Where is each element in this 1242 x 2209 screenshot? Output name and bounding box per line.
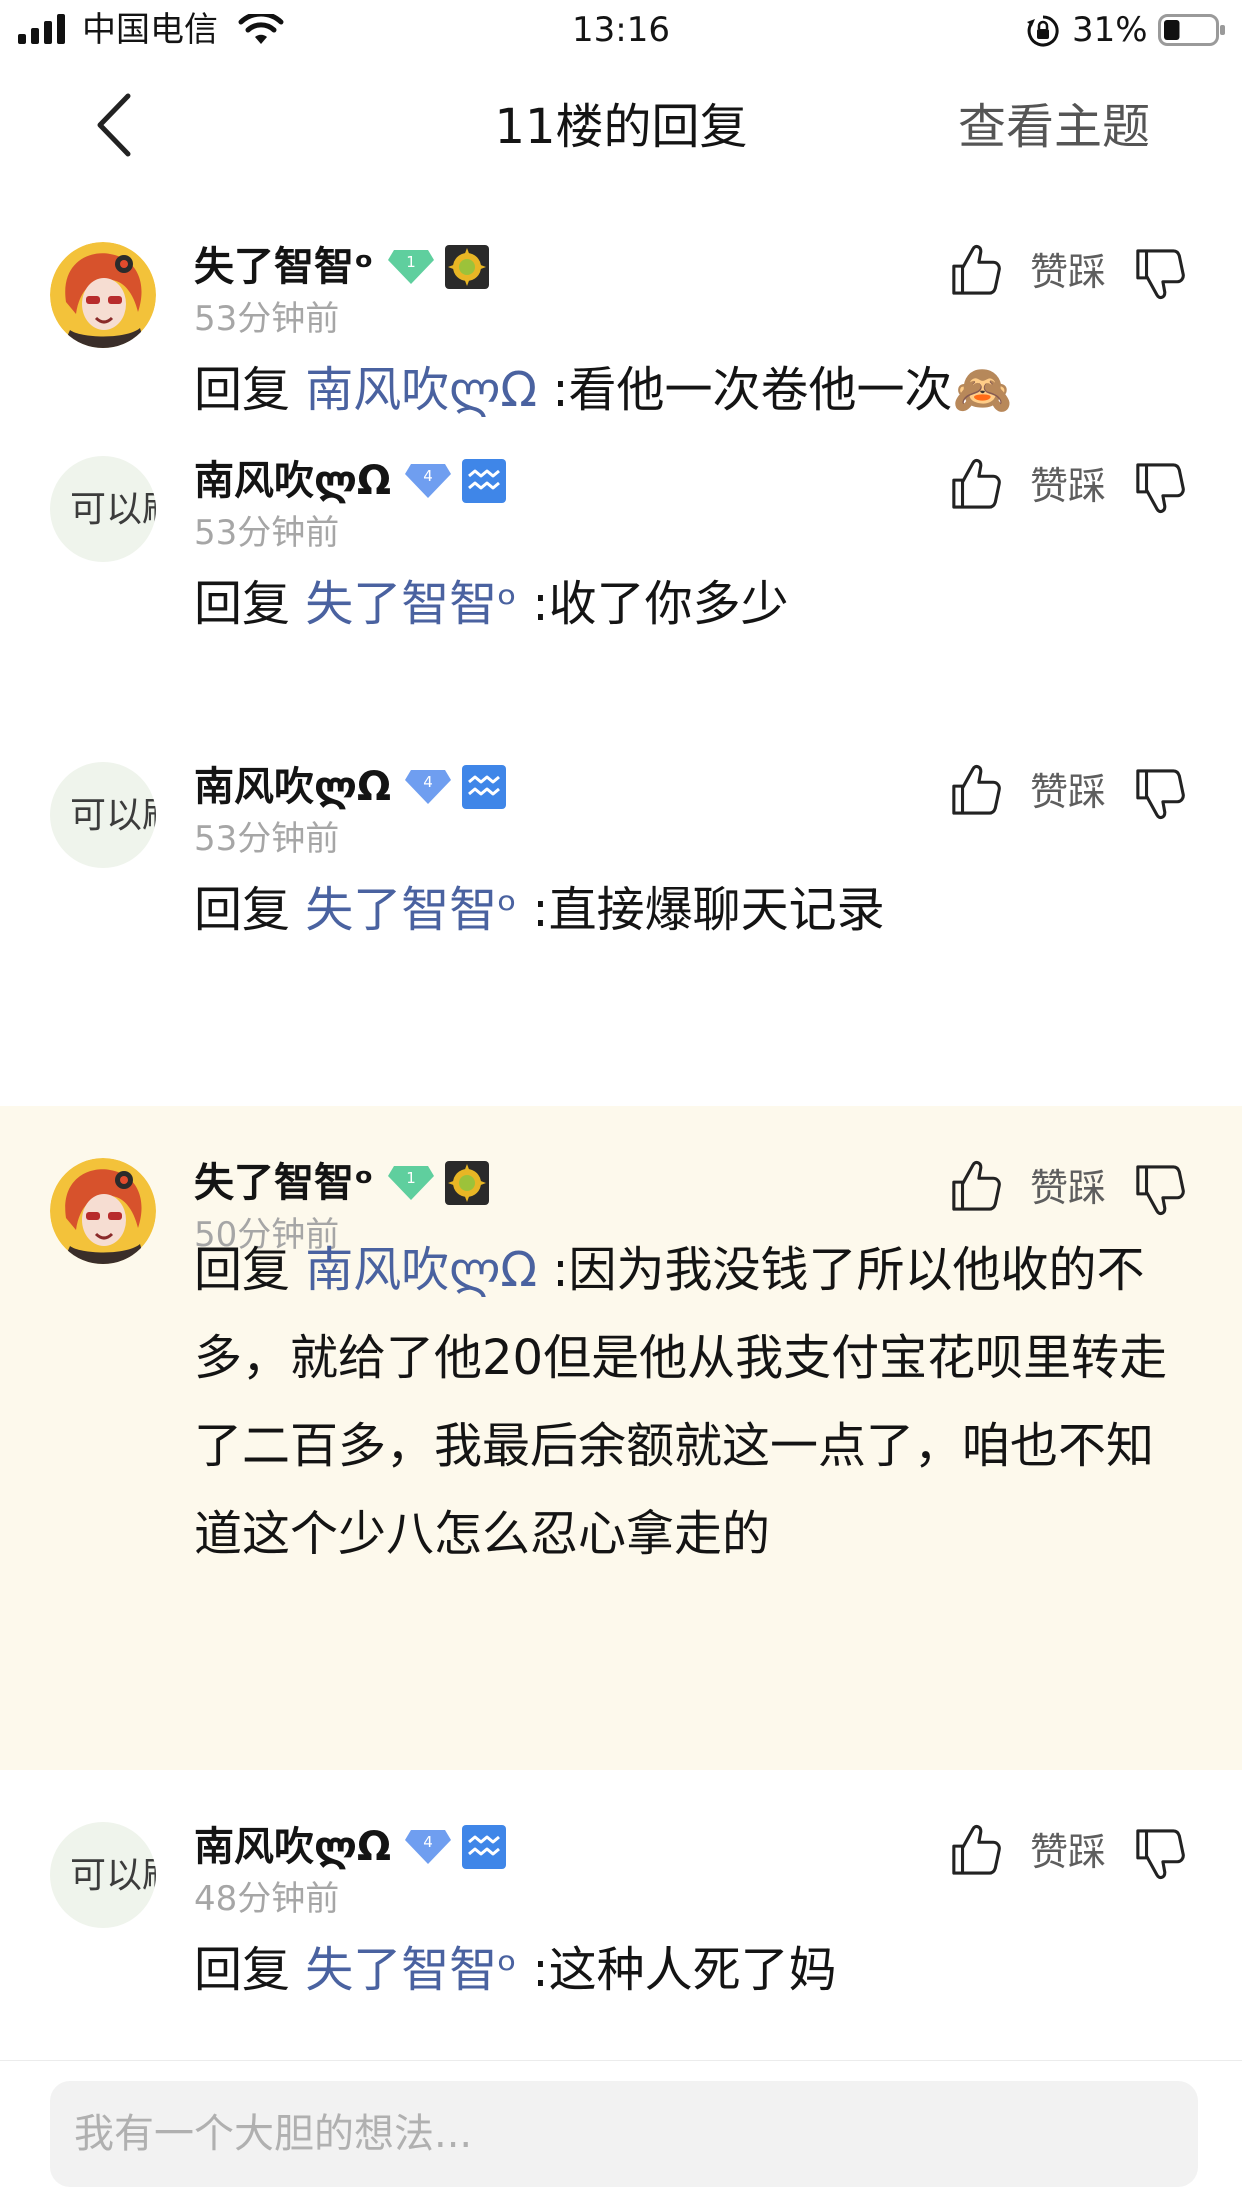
vote-label: 赞踩 — [1030, 464, 1107, 508]
thumbs-down-icon[interactable] — [1134, 462, 1186, 516]
comment-time: 53分钟前 — [194, 513, 340, 553]
comment-item[interactable]: 可以刷南风吹ლΩ 4 53分钟前 赞踩回复 失了智智ᵒ :直接爆聊天记录 — [0, 710, 1242, 1106]
mention-link[interactable]: 失了智智ᵒ — [305, 576, 517, 632]
username[interactable]: 失了智智ᵒ — [194, 1158, 374, 1208]
comment-text: 回复 失了智智ᵒ :收了你多少 — [194, 560, 1194, 648]
comment-body: :这种人死了妈 — [532, 1942, 837, 1998]
status-bar: 中国电信 13:16 31% — [0, 0, 1242, 60]
avatar-text: 可以刷 — [70, 1855, 156, 1896]
comment-body: :收了你多少 — [532, 576, 789, 632]
rotation-lock-icon — [1027, 15, 1059, 47]
avatar-text: 可以刷 — [70, 489, 156, 530]
battery-percent: 31% — [1072, 10, 1148, 50]
reply-input[interactable] — [50, 2081, 1198, 2187]
aquarius-badge-icon — [462, 1825, 506, 1869]
level-badge-icon: 4 — [405, 1830, 451, 1864]
level-badge-icon: 1 — [388, 250, 434, 284]
vote-label: 赞踩 — [1030, 250, 1107, 294]
username[interactable]: 南风吹ლΩ — [194, 456, 391, 506]
view-topic-link[interactable]: 查看主题 — [958, 98, 1150, 156]
battery-icon — [1158, 14, 1225, 46]
avatar[interactable]: 可以刷 — [50, 1822, 156, 1928]
username[interactable]: 南风吹ლΩ — [194, 1822, 391, 1872]
avatar-text: 可以刷 — [70, 795, 156, 836]
aquarius-badge-icon — [462, 459, 506, 503]
thumbs-down-icon[interactable] — [1134, 1828, 1186, 1882]
mention-link[interactable]: 失了智智ᵒ — [305, 1942, 517, 1998]
avatar[interactable] — [50, 1158, 156, 1264]
avatar[interactable]: 可以刷 — [50, 456, 156, 562]
thumbs-up-icon[interactable] — [950, 1822, 1002, 1876]
thumbs-up-icon[interactable] — [950, 242, 1002, 296]
thumbs-up-icon[interactable] — [950, 762, 1002, 816]
comment-time: 53分钟前 — [194, 819, 340, 859]
vote-label: 赞踩 — [1030, 1166, 1107, 1210]
thumbs-down-icon[interactable] — [1134, 1164, 1186, 1218]
mention-link[interactable]: 失了智智ᵒ — [305, 882, 517, 938]
comment-time: 53分钟前 — [194, 299, 340, 339]
username[interactable]: 失了智智ᵒ — [194, 242, 374, 292]
thumbs-up-icon[interactable] — [950, 1158, 1002, 1212]
comment-body: :直接爆聊天记录 — [532, 882, 885, 938]
vote-label: 赞踩 — [1030, 770, 1107, 814]
level-badge-text: 4 — [423, 773, 433, 791]
avatar[interactable] — [50, 242, 156, 348]
level-badge-text: 1 — [406, 1169, 416, 1187]
nav-header: 11楼的回复 查看主题 — [0, 60, 1242, 190]
reply-prefix: 回复 — [194, 882, 291, 938]
thumbs-down-icon[interactable] — [1134, 768, 1186, 822]
reply-prefix: 回复 — [194, 1242, 291, 1298]
comment-item[interactable]: 可以刷南风吹ლΩ 4 53分钟前 赞踩回复 失了智智ᵒ :收了你多少 — [0, 404, 1242, 710]
comment-text: 回复 南风吹ლΩ :因为我没钱了所以他收的不多，就给了他20但是他从我支付宝花呗… — [194, 1226, 1194, 1578]
reply-input-bar — [0, 2060, 1242, 2209]
vote-label: 赞踩 — [1030, 1830, 1107, 1874]
comment-text: 回复 失了智智ᵒ :直接爆聊天记录 — [194, 866, 1194, 954]
comment-item[interactable]: 失了智智ᵒ 1 53分钟前 赞踩 回复 南风吹ლΩ :看他一次卷他一次🙈 — [0, 190, 1242, 418]
level-badge-icon: 4 — [405, 770, 451, 804]
reply-prefix: 回复 — [194, 1942, 291, 1998]
level-badge-text: 1 — [406, 253, 416, 271]
username[interactable]: 南风吹ლΩ — [194, 762, 391, 812]
level-badge-text: 4 — [423, 467, 433, 485]
aquarius-badge-icon — [462, 765, 506, 809]
level-badge-icon: 4 — [405, 464, 451, 498]
sun-badge-icon — [445, 245, 489, 289]
thumbs-up-icon[interactable] — [950, 456, 1002, 510]
comment-time: 48分钟前 — [194, 1879, 340, 1919]
comment-text: 回复 失了智智ᵒ :这种人死了妈 — [194, 1926, 1194, 2014]
comment-item[interactable]: 可以刷南风吹ლΩ 4 48分钟前 赞踩回复 失了智智ᵒ :这种人死了妈 — [0, 1770, 1242, 2060]
sun-badge-icon — [445, 1161, 489, 1205]
reply-prefix: 回复 — [194, 576, 291, 632]
thumbs-down-icon[interactable] — [1134, 248, 1186, 302]
level-badge-icon: 1 — [388, 1166, 434, 1200]
level-badge-text: 4 — [423, 1833, 433, 1851]
mention-link[interactable]: 南风吹ლΩ — [305, 1242, 537, 1298]
comment-item[interactable]: 失了智智ᵒ 1 50分钟前 赞踩 回复 南风吹ლΩ :因为我没钱了所以他收的不多，就给了… — [0, 1106, 1242, 1770]
avatar[interactable]: 可以刷 — [50, 762, 156, 868]
